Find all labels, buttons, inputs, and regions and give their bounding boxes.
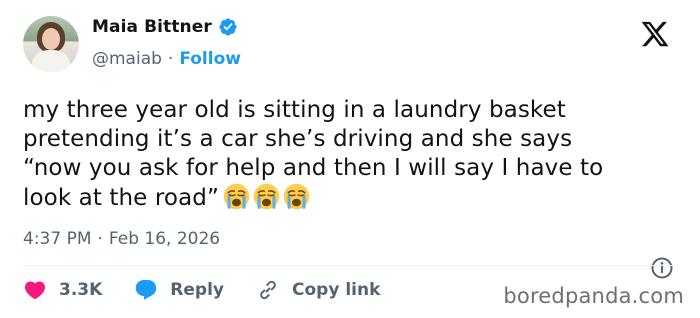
divider [23, 265, 679, 266]
avatar[interactable] [23, 16, 79, 72]
emoji-group [223, 183, 310, 210]
x-logo-icon[interactable] [640, 19, 670, 49]
author-handle[interactable]: @maiab [92, 49, 162, 69]
reply-bubble-icon [136, 280, 157, 300]
handle-separator: · [167, 49, 174, 69]
like-button[interactable]: 3.3K [23, 278, 102, 302]
author-handle-row: @maiab · Follow [92, 49, 241, 69]
action-bar: 3.3K Reply Copy link [23, 278, 412, 302]
info-icon[interactable] [650, 256, 674, 280]
loudly-crying-face-icon [283, 183, 310, 210]
tweet-card: Maia Bittner @maiab · Follow my three ye… [0, 0, 700, 318]
tweet-text: my three year old is sitting in a laundr… [23, 97, 604, 211]
meta-separator: · [97, 229, 103, 249]
watermark: boredpanda.com [503, 284, 684, 308]
like-count: 3.3K [59, 280, 103, 300]
link-icon [260, 280, 276, 300]
tweet-body: my three year old is sitting in a laundr… [23, 96, 683, 213]
avatar-body [32, 50, 70, 72]
reply-button[interactable]: Reply [134, 278, 224, 302]
heart-icon [24, 281, 46, 300]
verified-badge-icon [219, 18, 237, 36]
tweet-meta: 4:37 PM · Feb 16, 2026 [23, 229, 220, 249]
reply-label: Reply [170, 280, 224, 300]
tweet-time[interactable]: 4:37 PM [23, 229, 92, 249]
loudly-crying-face-icon [253, 183, 280, 210]
copy-link-label: Copy link [292, 280, 381, 300]
loudly-crying-face-icon [223, 183, 250, 210]
avatar-face [42, 28, 60, 50]
author-name[interactable]: Maia Bittner [92, 17, 212, 37]
author-name-row: Maia Bittner [92, 17, 238, 37]
tweet-date[interactable]: Feb 16, 2026 [109, 229, 220, 249]
copy-link-button[interactable]: Copy link [256, 278, 380, 302]
follow-button[interactable]: Follow [179, 49, 241, 69]
